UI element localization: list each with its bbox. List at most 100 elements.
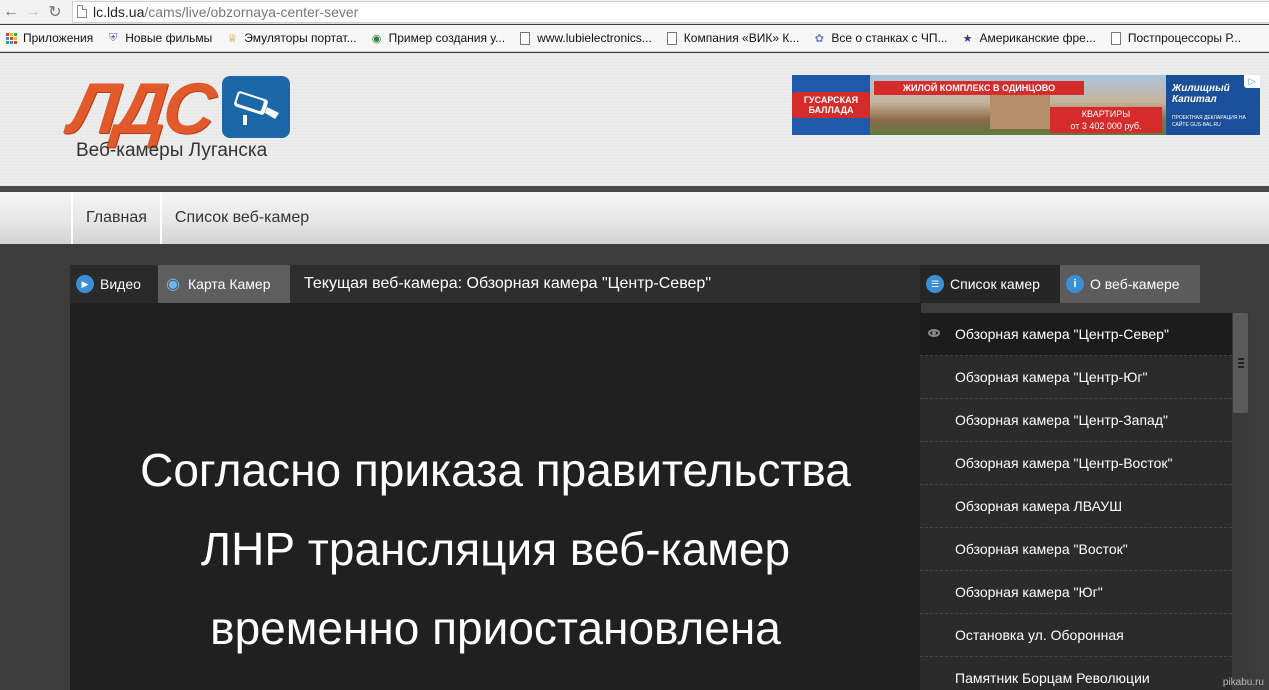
- shield-icon: ⛨: [109, 31, 118, 44]
- bookmark-item[interactable]: www.lubielectronics...: [518, 31, 652, 45]
- current-camera-title: Текущая веб-камера: Обзорная камера "Цен…: [304, 275, 711, 292]
- arrow-left-icon: ←: [3, 2, 19, 20]
- ad-fine-print: ПРОЕКТНАЯ ДЕКЛАРАЦИЯ НА САЙТЕ GUS-BAL.RU: [1172, 115, 1246, 128]
- main-content: ▶ Видео ◉ Карта Камер Текущая веб-камера…: [0, 244, 1269, 690]
- camera-list-scrollbar[interactable]: [1232, 313, 1249, 690]
- bookmark-label: www.lubielectronics...: [537, 31, 652, 45]
- logo-letters: ЛДС: [65, 69, 216, 149]
- tab-list-label: Список камер: [950, 276, 1040, 292]
- grip-icon: [1238, 358, 1244, 368]
- notice-line-1: Согласно приказа правительства: [140, 444, 851, 496]
- bookmark-apps[interactable]: Приложения: [4, 31, 93, 45]
- bookmark-item[interactable]: ✿ Все о станках с ЧП...: [812, 31, 948, 45]
- tab-camera-list[interactable]: ☰ Список камер: [920, 265, 1060, 303]
- bookmark-item[interactable]: Компания «ВИК» К...: [665, 31, 800, 45]
- camera-list-item[interactable]: Обзорная камера "Центр-Юг": [920, 356, 1232, 399]
- camera-name: Обзорная камера "Центр-Север": [955, 326, 1169, 342]
- site-logo[interactable]: ЛДС Веб-камеры Луганска: [65, 69, 292, 166]
- ad-price: КВАРТИРЫ от 3 402 000 руб.: [1050, 107, 1162, 133]
- camera-icon: [222, 76, 290, 138]
- url-host: lc.lds.ua: [93, 3, 145, 20]
- nav-camera-list[interactable]: Список веб-камер: [159, 192, 322, 244]
- ad-banner[interactable]: ГУСАРСКАЯ БАЛЛАДА ЖИЛОЙ КОМПЛЕКС В ОДИНЦ…: [792, 75, 1260, 135]
- tab-camera-map[interactable]: ◉ Карта Камер: [158, 265, 290, 303]
- camera-name: Обзорная камера "Восток": [955, 541, 1128, 557]
- watermark: pikabu.ru: [1222, 677, 1264, 688]
- bookmark-item[interactable]: ★ Американские фре...: [961, 31, 1096, 45]
- camera-list-item[interactable]: Остановка ул. Оборонная: [920, 614, 1232, 657]
- ad-left-panel: ГУСАРСКАЯ БАЛЛАДА: [792, 75, 870, 135]
- url-path: /cams/live/obzornaya-center-sever: [144, 3, 359, 20]
- tab-about-camera[interactable]: i О веб-камере: [1060, 265, 1200, 303]
- camera-name: Обзорная камера "Центр-Юг": [955, 369, 1148, 385]
- bookmark-item[interactable]: ♕ Эмуляторы портат...: [225, 31, 356, 45]
- map-pin-icon: ◉: [166, 276, 180, 293]
- forward-button[interactable]: →: [22, 1, 44, 23]
- bookmark-label: Компания «ВИК» К...: [683, 31, 800, 45]
- bookmark-label: Постпроцессоры Р...: [1127, 31, 1242, 45]
- crown-icon: ♕: [227, 32, 238, 45]
- camera-list-item[interactable]: Обзорная камера "Юг": [920, 571, 1232, 614]
- bookmark-label: Американские фре...: [979, 31, 1096, 45]
- tab-video[interactable]: ▶ Видео: [70, 265, 158, 303]
- ad-price-line1: КВАРТИРЫ: [1081, 109, 1131, 119]
- globe-icon: ◉: [371, 32, 382, 45]
- camera-name: Обзорная камера ЛВАУШ: [955, 498, 1123, 514]
- camera-list-item-active[interactable]: Обзорная камера "Центр-Север": [920, 313, 1232, 356]
- bookmark-item[interactable]: ⛨ Новые фильмы: [106, 31, 212, 45]
- ad-headline: ЖИЛОЙ КОМПЛЕКС В ОДИНЦОВО: [874, 81, 1084, 95]
- camera-list-item[interactable]: Обзорная камера ЛВАУШ: [920, 485, 1232, 528]
- scrollbar-thumb[interactable]: [1233, 313, 1248, 413]
- eye-icon: [928, 329, 940, 337]
- camera-list-item[interactable]: Памятник Борцам Революции: [920, 657, 1232, 690]
- camera-name: Остановка ул. Оборонная: [955, 627, 1124, 643]
- star-icon: ★: [962, 32, 973, 45]
- camera-list-item[interactable]: Обзорная камера "Центр-Восток": [920, 442, 1232, 485]
- document-icon: [1109, 31, 1123, 45]
- bookmark-label: Новые фильмы: [125, 31, 213, 45]
- bookmark-item[interactable]: Постпроцессоры Р...: [1109, 31, 1241, 45]
- page-icon: [77, 5, 87, 18]
- list-icon: ☰: [926, 275, 944, 293]
- sidebar-tabs: ☰ Список камер i О веб-камере: [920, 265, 1200, 303]
- bookmark-label: Пример создания у...: [388, 31, 506, 45]
- info-icon: i: [1066, 275, 1084, 293]
- play-icon: ▶: [76, 275, 94, 293]
- camera-list: Обзорная камера "Центр-Север" Обзорная к…: [920, 313, 1232, 690]
- player-tabbar: ▶ Видео ◉ Карта Камер Текущая веб-камера…: [70, 265, 921, 303]
- camera-name: Обзорная камера "Юг": [955, 584, 1103, 600]
- video-player[interactable]: Согласно приказа правительства ЛНР транс…: [70, 303, 921, 690]
- tab-about-label: О веб-камере: [1090, 276, 1180, 292]
- main-nav: Главная Список веб-камер: [0, 186, 1269, 244]
- nav-home[interactable]: Главная: [71, 192, 160, 244]
- address-bar[interactable]: lc.lds.ua /cams/live/obzornaya-center-se…: [72, 0, 1269, 23]
- bookmark-item[interactable]: ◉ Пример создания у...: [370, 31, 505, 45]
- camera-name: Обзорная камера "Центр-Запад": [955, 412, 1168, 428]
- camera-list-item[interactable]: Обзорная камера "Центр-Запад": [920, 399, 1232, 442]
- document-icon: [665, 31, 679, 45]
- arrow-right-icon: →: [25, 2, 41, 20]
- suspension-notice: Согласно приказа правительства ЛНР транс…: [70, 431, 921, 668]
- gears-icon: ✿: [814, 32, 824, 45]
- ad-left-badge: ГУСАРСКАЯ БАЛЛАДА: [792, 92, 870, 118]
- camera-name: Обзорная камера "Центр-Восток": [955, 455, 1173, 471]
- reload-icon: ↻: [48, 3, 62, 21]
- browser-toolbar: ← → ↻ lc.lds.ua /cams/live/obzornaya-cen…: [0, 0, 1269, 24]
- bookmark-label: Все о станках с ЧП...: [831, 31, 948, 45]
- tab-map-label: Карта Камер: [188, 276, 271, 292]
- camera-name: Памятник Борцам Революции: [955, 670, 1150, 686]
- reload-button[interactable]: ↻: [44, 1, 66, 23]
- ad-price-line2: от 3 402 000 руб.: [1070, 121, 1142, 131]
- notice-line-2: ЛНР трансляция веб-камер: [200, 523, 791, 575]
- logo-caption: Веб-камеры Луганска: [76, 140, 268, 161]
- tab-video-label: Видео: [100, 276, 141, 292]
- back-button[interactable]: ←: [0, 1, 22, 23]
- bookmark-label: Приложения: [23, 31, 94, 45]
- apps-grid-icon: [4, 31, 18, 45]
- notice-line-3: временно приостановлена: [210, 602, 781, 654]
- ad-info-icon[interactable]: ▷: [1244, 75, 1260, 88]
- ad-building-image: [990, 89, 1050, 129]
- site-header: ЛДС Веб-камеры Луганска ГУСАРСКАЯ БАЛЛАД…: [0, 53, 1269, 186]
- bookmark-label: Эмуляторы портат...: [244, 31, 357, 45]
- camera-list-item[interactable]: Обзорная камера "Восток": [920, 528, 1232, 571]
